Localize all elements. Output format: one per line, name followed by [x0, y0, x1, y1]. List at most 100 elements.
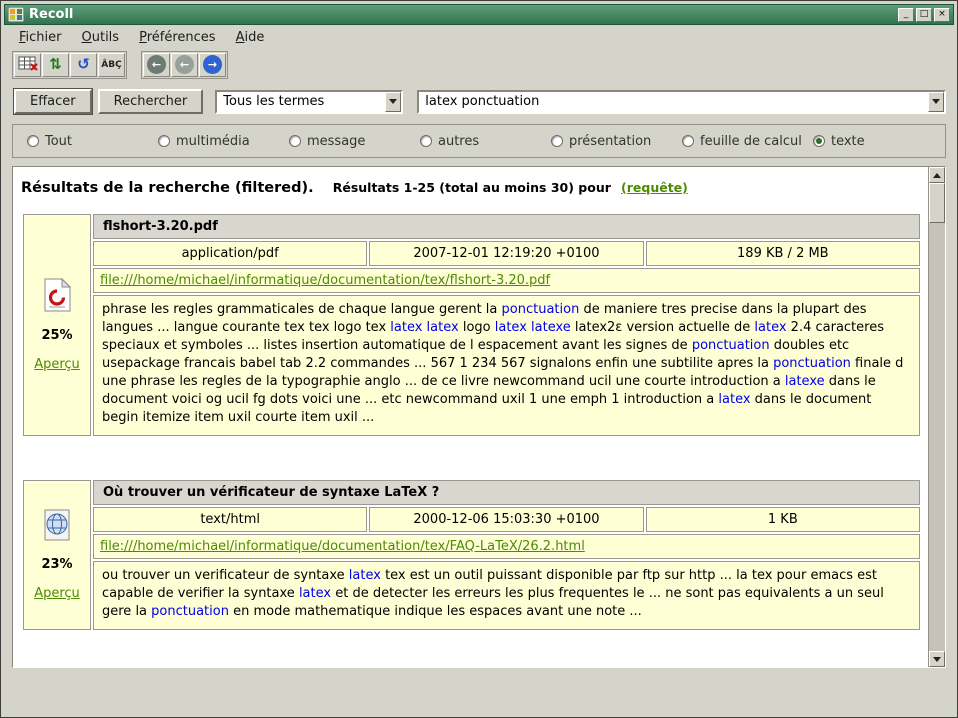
titlebar[interactable]: Recoll _ □ × — [4, 4, 954, 25]
result-abstract: phrase les regles grammaticales de chaqu… — [93, 295, 920, 436]
radio-indicator[interactable] — [289, 135, 301, 147]
results-header: Résultats de la recherche (filtered). Ré… — [13, 173, 928, 202]
query-combobox[interactable]: latex ponctuation — [417, 90, 946, 114]
search-mode-value: Tous les termes — [217, 94, 385, 109]
result-title: Où trouver un vérificateur de syntaxe La… — [93, 480, 920, 505]
menu-aide[interactable]: Aide — [227, 27, 274, 48]
history-tool-button[interactable]: ↺ — [70, 53, 97, 77]
toolbar-main-group: ⇅ ↺ ÂBÇ — [12, 51, 127, 79]
first-page-icon: ← — [147, 55, 166, 74]
results-area[interactable]: Résultats de la recherche (filtered). Ré… — [13, 167, 928, 667]
query-detail-link[interactable]: (requête) — [621, 180, 688, 195]
prev-page-button[interactable]: ← — [171, 53, 198, 77]
filter-tout-label: Tout — [45, 134, 72, 149]
recoll-window: Recoll _ □ × Fichier Outils Préférences … — [0, 0, 958, 718]
radio-indicator[interactable] — [27, 135, 39, 147]
result-url-link[interactable]: file:///home/michael/informatique/docume… — [100, 539, 585, 554]
result-mime: application/pdf — [93, 241, 367, 266]
relevance-percent: 25% — [26, 328, 88, 343]
filter-message[interactable]: message — [289, 134, 420, 149]
scroll-up-button[interactable] — [929, 167, 945, 183]
filter-feuille-de-calcul[interactable]: feuille de calcul — [682, 134, 813, 149]
filter-presentation-label: présentation — [569, 134, 651, 149]
scrollbar-track[interactable] — [929, 223, 945, 651]
menu-preferences-mnemonic: P — [139, 30, 147, 45]
filter-multimedia[interactable]: multimédia — [158, 134, 289, 149]
filter-multimedia-label: multimédia — [176, 134, 250, 149]
minimize-button[interactable]: _ — [898, 8, 914, 22]
filter-feuille-label: feuille de calcul — [700, 134, 802, 149]
radio-indicator[interactable] — [682, 135, 694, 147]
pdf-file-icon — [42, 301, 72, 316]
result-url-cell: file:///home/michael/informatique/docume… — [93, 268, 920, 293]
query-dropdown-icon[interactable] — [928, 92, 944, 112]
query-value: latex ponctuation — [419, 94, 928, 109]
result-side-cell: 25% Aperçu — [23, 214, 91, 436]
first-page-button[interactable]: ← — [143, 53, 170, 77]
result-entry: 25% Aperçu flshort-3.20.pdf application/… — [21, 212, 922, 438]
filetype-filter-bar: Tout multimédia message autres présentat… — [12, 124, 946, 158]
filter-texte[interactable]: texte — [813, 134, 865, 149]
menu-fichier[interactable]: Fichier — [10, 27, 71, 48]
result-entry: 23% Aperçu Où trouver un vérificateur de… — [21, 478, 922, 632]
results-scrollbar[interactable] — [928, 167, 945, 667]
update-index-icon: ⇅ — [49, 57, 62, 72]
search-button[interactable]: Rechercher — [98, 89, 204, 114]
result-side-cell: 23% Aperçu — [23, 480, 91, 630]
scroll-down-button[interactable] — [929, 651, 945, 667]
filter-autres[interactable]: autres — [420, 134, 551, 149]
clear-search-tool-button[interactable] — [14, 53, 41, 77]
html-file-icon — [42, 530, 72, 545]
radio-indicator[interactable] — [551, 135, 563, 147]
scrollbar-thumb[interactable] — [929, 183, 945, 223]
results-frame: Résultats de la recherche (filtered). Ré… — [12, 166, 946, 668]
window-title: Recoll — [29, 7, 898, 22]
toolbar: ⇅ ↺ ÂBÇ ← ← → — [4, 49, 954, 80]
result-date: 2000-12-06 15:03:30 +0100 — [369, 507, 643, 532]
menu-preferences[interactable]: Préférences — [130, 27, 224, 48]
radio-indicator[interactable] — [420, 135, 432, 147]
result-url-link[interactable]: file:///home/michael/informatique/docume… — [100, 273, 550, 288]
prev-page-icon: ← — [175, 55, 194, 74]
close-button[interactable]: × — [934, 8, 950, 22]
search-mode-dropdown-icon[interactable] — [385, 92, 401, 112]
clear-search-icon — [18, 55, 38, 75]
radio-indicator[interactable] — [158, 135, 170, 147]
filter-autres-label: autres — [438, 134, 479, 149]
result-date: 2007-12-01 12:19:20 +0100 — [369, 241, 643, 266]
menu-outils[interactable]: Outils — [73, 27, 129, 48]
term-explorer-tool-button[interactable]: ÂBÇ — [98, 53, 125, 77]
result-title: flshort-3.20.pdf — [93, 214, 920, 239]
menu-outils-mnemonic: O — [82, 30, 92, 45]
search-mode-combobox[interactable]: Tous les termes — [215, 90, 403, 114]
result-size: 189 KB / 2 MB — [646, 241, 920, 266]
preview-link[interactable]: Aperçu — [34, 357, 80, 372]
toolbar-nav-group: ← ← → — [141, 51, 228, 79]
result-url-cell: file:///home/michael/informatique/docume… — [93, 534, 920, 559]
radio-indicator[interactable] — [813, 135, 825, 147]
clear-button[interactable]: Effacer — [14, 89, 92, 114]
next-page-icon: → — [203, 55, 222, 74]
menu-aide-label: ide — [244, 30, 264, 45]
result-abstract: ou trouver un verificateur de syntaxe la… — [93, 561, 920, 630]
result-mime: text/html — [93, 507, 367, 532]
filter-message-label: message — [307, 134, 365, 149]
preview-link[interactable]: Aperçu — [34, 586, 80, 601]
maximize-button[interactable]: □ — [916, 8, 932, 22]
results-title: Résultats de la recherche (filtered). — [21, 180, 314, 196]
results-summary: Résultats 1-25 (total au moins 30) pour — [333, 180, 611, 195]
arrow-down-icon — [933, 657, 941, 662]
search-bar: Effacer Rechercher Tous les termes latex… — [14, 88, 946, 115]
filter-presentation[interactable]: présentation — [551, 134, 682, 149]
arrow-up-icon — [933, 173, 941, 178]
result-size: 1 KB — [646, 507, 920, 532]
window-bottom-strip — [4, 668, 954, 714]
update-index-tool-button[interactable]: ⇅ — [42, 53, 69, 77]
relevance-percent: 23% — [26, 557, 88, 572]
menu-preferences-label: références — [147, 30, 216, 45]
next-page-button[interactable]: → — [199, 53, 226, 77]
filter-texte-label: texte — [831, 134, 865, 149]
menu-outils-label: utils — [92, 30, 119, 45]
filter-tout[interactable]: Tout — [27, 134, 158, 149]
menu-fichier-label: ichier — [26, 30, 62, 45]
